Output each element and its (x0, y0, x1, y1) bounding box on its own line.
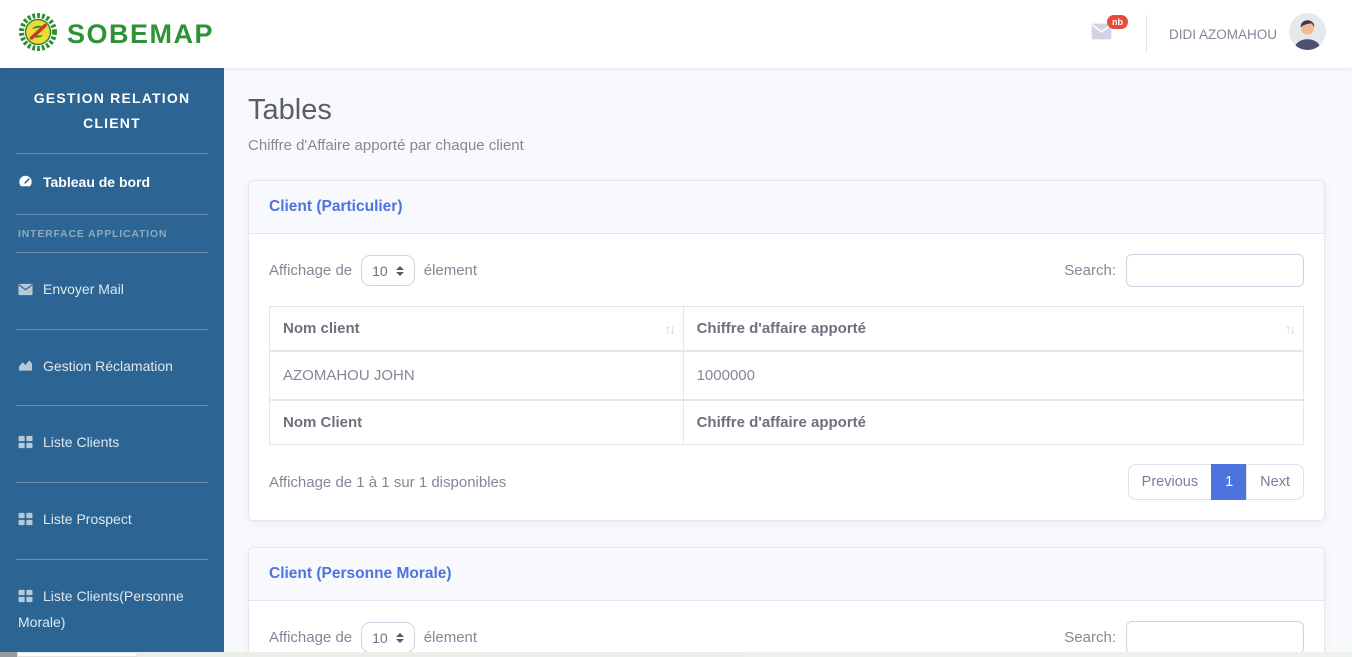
search-input[interactable] (1126, 254, 1304, 287)
search-label: Search: (1064, 262, 1116, 279)
sidebar-item-liste-clients-personne-morale[interactable]: Liste Clients(Personne Morale) (0, 560, 224, 657)
envelope-icon (18, 280, 33, 304)
length-label-prefix: Affichage de (269, 262, 353, 279)
length-label-suffix: élement (423, 262, 478, 279)
search-control: Search: (1064, 254, 1304, 287)
cell-chiffre-affaire: 1000000 (682, 350, 1305, 401)
brand-logo[interactable]: SOBEMAP (18, 12, 214, 57)
cell-nom-client: AZOMAHOU JOHN (269, 350, 684, 401)
page-1-button[interactable]: 1 (1211, 464, 1248, 501)
table-row: AZOMAHOU JOHN 1000000 (269, 350, 1305, 401)
datatable-controls: Affichage de 10 élement Search: (269, 254, 1304, 287)
sidebar: GESTION RELATION CLIENT Tableau de bord … (0, 68, 224, 657)
avatar[interactable] (1289, 13, 1326, 55)
datatable-footer: Affichage de 1 à 1 sur 1 disponibles Pre… (269, 464, 1304, 501)
page-length-control: Affichage de 10 élement (269, 255, 477, 286)
user-name: DIDI AZOMAHOU (1168, 26, 1277, 42)
card-client-particulier: Client (Particulier) Affichage de 10 éle… (248, 180, 1325, 522)
column-header-label: Nom client (283, 320, 360, 337)
mail-notifications-button[interactable]: nb (1091, 15, 1128, 45)
sort-icon: ↑↓ (1285, 321, 1296, 336)
page-title: Tables (248, 94, 332, 126)
clients-table: Nom client ↑↓ Chiffre d'affaire apporté … (269, 306, 1305, 445)
card-body: Affichage de 10 élement Search: (249, 601, 1324, 657)
pagination: Previous 1 Next (1127, 464, 1304, 501)
sidebar-item-tableau-de-bord[interactable]: Tableau de bord (0, 154, 224, 214)
topbar-divider (1145, 15, 1147, 53)
sidebar-item-liste-prospect[interactable]: Liste Prospect (0, 483, 224, 559)
sidebar-item-label: Liste Clients(Personne Morale) (18, 587, 184, 630)
page-length-control: Affichage de 10 élement (269, 622, 478, 654)
card-title: Client (Particulier) (249, 181, 1324, 234)
sidebar-item-label: Liste Clients (43, 434, 120, 451)
tachometer-icon (18, 173, 33, 197)
scrollbar-thumb[interactable] (17, 652, 137, 657)
sidebar-item-envoyer-mail[interactable]: Envoyer Mail (0, 253, 224, 329)
datatable-controls: Affichage de 10 élement Search: (269, 621, 1304, 655)
select-arrows-icon (395, 265, 404, 276)
sort-icon: ↑↓ (664, 321, 676, 336)
scrollbar-track[interactable] (744, 652, 1352, 657)
table-header-row: Nom client ↑↓ Chiffre d'affaire apporté … (269, 306, 1305, 352)
page-subtitle: Chiffre d'Affaire apporté par chaque cli… (248, 137, 524, 154)
sidebar-section-label: INTERFACE APPLICATION (18, 227, 168, 240)
column-header-chiffre-affaire[interactable]: Chiffre d'affaire apporté ↑↓ (682, 306, 1305, 352)
previous-page-button[interactable]: Previous (1127, 464, 1213, 501)
search-control: Search: (1064, 621, 1304, 655)
page-length-select[interactable]: 10 (361, 622, 415, 654)
sidebar-item-label: Gestion Réclamation (43, 357, 173, 374)
table-icon (18, 433, 33, 457)
length-label-prefix: Affichage de (269, 629, 353, 647)
scrollbar-track[interactable] (137, 652, 745, 657)
next-page-button[interactable]: Next (1246, 464, 1304, 501)
page-length-select[interactable]: 10 (361, 255, 415, 286)
column-header-label: Chiffre d'affaire apporté (696, 320, 867, 337)
topbar: SOBEMAP nb DIDI AZOMAHOU (0, 0, 1352, 68)
footer-chiffre-affaire: Chiffre d'affaire apporté (682, 399, 1305, 445)
horizontal-scrollbar[interactable] (0, 652, 1352, 657)
scrollbar-corner (0, 652, 17, 657)
card-title: Client (Personne Morale) (249, 548, 1324, 602)
notification-badge: nb (1106, 15, 1128, 29)
table-icon (18, 587, 33, 611)
search-label: Search: (1064, 629, 1116, 647)
sidebar-item-label: Envoyer Mail (43, 280, 124, 297)
sidebar-title[interactable]: GESTION RELATION CLIENT (0, 70, 224, 153)
topbar-right: nb DIDI AZOMAHOU (1091, 13, 1326, 55)
page-length-value: 10 (372, 629, 388, 646)
chart-area-icon (18, 357, 33, 381)
card-body: Affichage de 10 élement Search: (249, 234, 1324, 520)
sidebar-item-label: Tableau de bord (43, 174, 151, 190)
envelope-icon (1091, 23, 1112, 44)
table-icon (18, 510, 33, 534)
sidebar-item-liste-clients[interactable]: Liste Clients (0, 406, 224, 482)
main-content: Tables Chiffre d'Affaire apporté par cha… (224, 68, 1352, 657)
length-label-suffix: élement (423, 629, 478, 647)
footer-nom-client: Nom Client (269, 399, 684, 445)
column-header-nom-client[interactable]: Nom client ↑↓ (269, 306, 684, 352)
card-client-personne-morale: Client (Personne Morale) Affichage de 10… (248, 547, 1325, 657)
search-input[interactable] (1126, 621, 1304, 655)
sidebar-item-label: Liste Prospect (43, 511, 132, 528)
page-length-value: 10 (372, 262, 388, 279)
sidebar-item-gestion-reclamation[interactable]: Gestion Réclamation (0, 330, 224, 406)
sobemap-emblem-icon (18, 12, 58, 57)
table-footer-row: Nom Client Chiffre d'affaire apporté (269, 399, 1305, 445)
table-info-text: Affichage de 1 à 1 sur 1 disponibles (269, 473, 507, 491)
select-arrows-icon (395, 632, 404, 643)
brand-name: SOBEMAP (67, 18, 215, 49)
